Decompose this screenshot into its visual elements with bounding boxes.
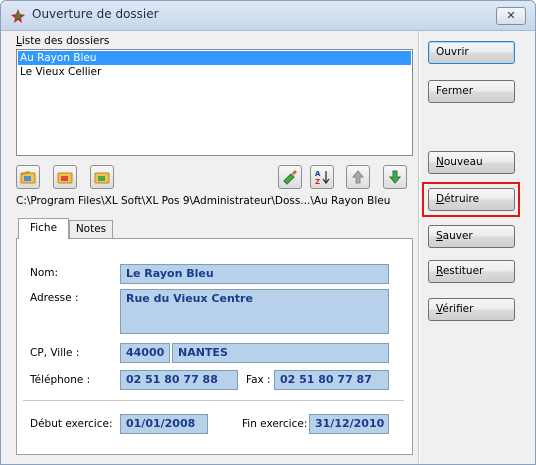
fermer-button[interactable]: Fermer [428, 80, 515, 103]
app-logo-icon [11, 9, 25, 23]
sort-az-icon: A Z [315, 170, 330, 185]
tab-fiche[interactable]: Fiche [18, 218, 69, 239]
arrow-up-icon [351, 170, 365, 184]
folder-list-item[interactable]: Au Rayon Bleu [18, 51, 411, 65]
sort-tool-button[interactable]: A Z [310, 165, 334, 189]
fax-field[interactable]: 02 51 80 77 87 [274, 370, 389, 390]
adresse-field[interactable]: Rue du Vieux Centre [120, 289, 389, 334]
nom-label: Nom: [30, 267, 59, 279]
svg-text:Z: Z [315, 178, 320, 185]
svg-text:A: A [315, 170, 321, 178]
verifier-button[interactable]: Vérifier [428, 298, 515, 321]
fin-exercice-field[interactable]: 31/12/2010 [309, 414, 389, 434]
fin-exercice-label: Fin exercice: [242, 418, 308, 430]
debut-exercice-field[interactable]: 01/01/2008 [120, 414, 208, 434]
telephone-field[interactable]: 02 51 80 77 88 [120, 370, 238, 390]
nouveau-button[interactable]: Nouveau [428, 151, 515, 174]
fax-label: Fax : [246, 374, 271, 386]
verifier-label-rest: érifier [442, 303, 474, 315]
vertical-divider [418, 31, 420, 463]
folder-list-label-rest: iste des dossiers [21, 35, 110, 47]
folder-list-item[interactable]: Le Vieux Cellier [18, 65, 411, 79]
move-up-tool-button[interactable] [346, 165, 370, 189]
clean-tool-button[interactable] [278, 165, 302, 189]
postal-code-field[interactable]: 44000 [120, 343, 170, 363]
arrow-down-icon [388, 170, 402, 184]
sauver-mnemonic: S [436, 230, 443, 242]
close-folder-tool-button[interactable] [53, 165, 77, 189]
form-separator [23, 400, 404, 401]
window-title: Ouverture de dossier [32, 7, 159, 21]
folder-new-icon [94, 172, 110, 184]
folder-close-icon [57, 172, 73, 184]
nom-field[interactable]: Le Rayon Bleu [120, 264, 389, 284]
detruire-highlight-box [422, 182, 520, 217]
debut-exercice-label: Début exercice: [30, 418, 113, 430]
sauver-button[interactable]: Sauver [428, 225, 515, 248]
dialog-window: Ouverture de dossier ✕ Liste des dossier… [0, 0, 536, 465]
move-down-tool-button[interactable] [383, 165, 407, 189]
new-folder-tool-button[interactable] [90, 165, 114, 189]
nouveau-mnemonic: N [436, 156, 444, 168]
tab-notes[interactable]: Notes [69, 220, 113, 239]
brush-icon [283, 170, 297, 185]
restituer-button[interactable]: Restituer [428, 260, 515, 283]
close-button[interactable]: ✕ [496, 7, 526, 25]
folder-path: C:\Program Files\XL Soft\XL Pos 9\Admini… [16, 195, 391, 207]
cp-ville-label: CP, Ville : [30, 347, 80, 359]
restituer-label-rest: estituer [442, 265, 484, 277]
telephone-label: Téléphone : [30, 374, 91, 386]
folder-list[interactable]: Au Rayon Bleu Le Vieux Cellier [16, 49, 413, 156]
title-bar: Ouverture de dossier ✕ [1, 1, 535, 31]
folder-list-label: Liste des dossiers [16, 35, 109, 47]
open-folder-tool-button[interactable] [16, 165, 40, 189]
adresse-label: Adresse : [30, 292, 79, 304]
nouveau-label-rest: ouveau [443, 156, 483, 168]
ouvrir-button[interactable]: Ouvrir [428, 41, 515, 64]
sauver-label-rest: auver [442, 230, 473, 242]
city-field[interactable]: NANTES [172, 343, 389, 363]
restituer-mnemonic: R [436, 265, 443, 277]
folder-open-icon [20, 171, 36, 184]
